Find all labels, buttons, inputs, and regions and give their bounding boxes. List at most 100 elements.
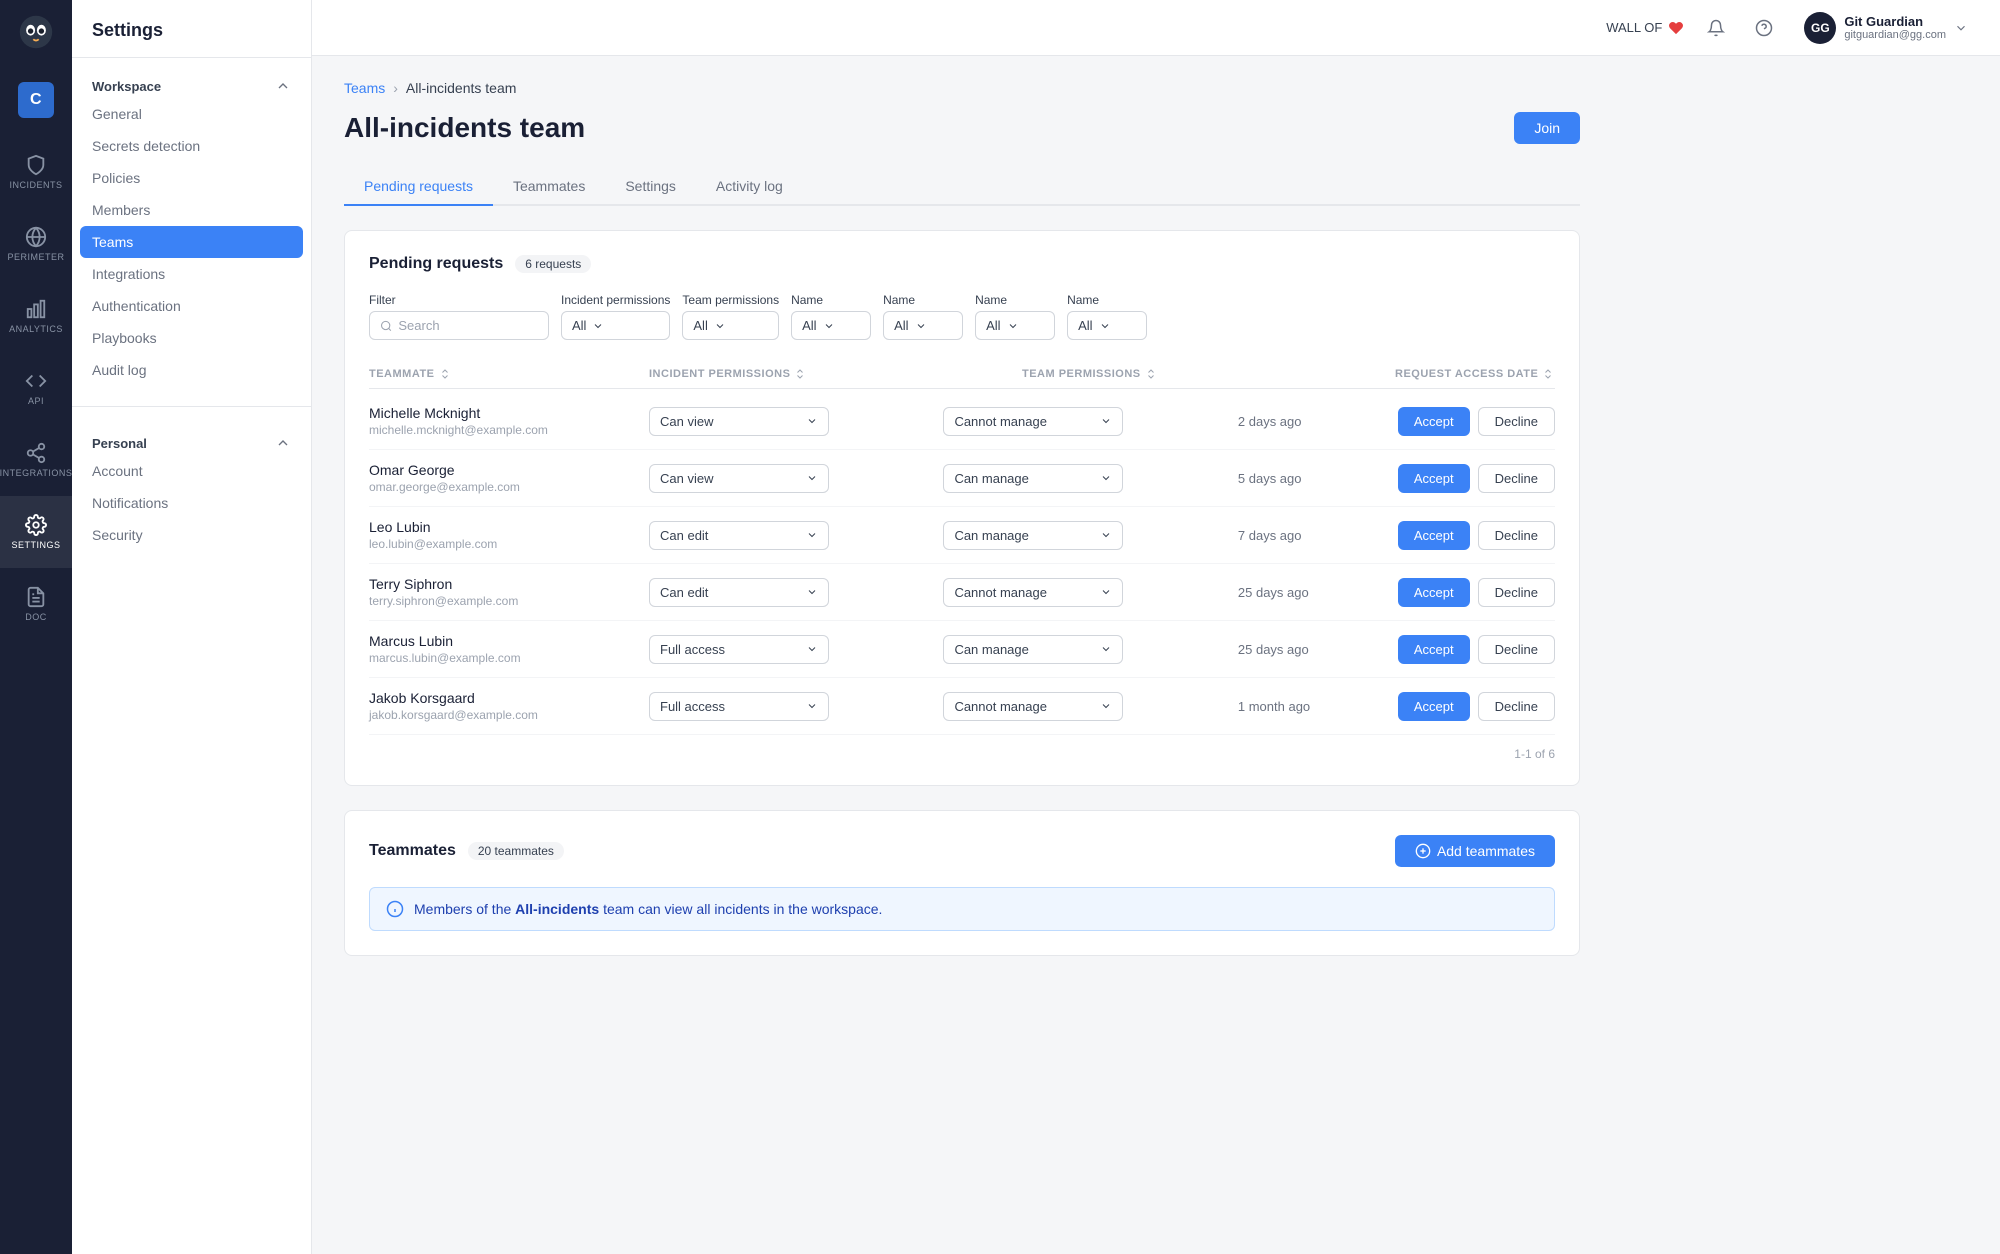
sidebar-item-policies[interactable]: Policies — [72, 162, 311, 194]
incident-permission-select[interactable]: Full access — [649, 692, 829, 721]
team-permission-select[interactable]: Cannot manage — [943, 692, 1123, 721]
sidebar-item-doc[interactable]: DOC — [0, 568, 72, 640]
sidebar-item-settings[interactable]: SETTINGS — [0, 496, 72, 568]
sidebar-item-integrations[interactable]: Integrations — [72, 258, 311, 290]
perimeter-label: PERIMETER — [7, 252, 64, 262]
wall-of-love-btn[interactable]: WALL OF — [1606, 20, 1684, 36]
request-date-cell: 25 days ago — [1238, 585, 1398, 600]
incident-permission-select[interactable]: Can edit — [649, 578, 829, 607]
chevron-down-icon — [1100, 529, 1112, 541]
personal-section: Personal Account Notifications Security — [72, 415, 311, 563]
chevron-down-icon — [1100, 586, 1112, 598]
breadcrumb-teams-link[interactable]: Teams — [344, 80, 385, 96]
pending-requests-title-row: Pending requests 6 requests — [369, 255, 1555, 273]
team-permission-select[interactable]: Can manage — [943, 464, 1123, 493]
search-filter-group: Filter — [369, 293, 549, 340]
chevron-down-icon — [806, 529, 818, 541]
teammate-name: Terry Siphron — [369, 576, 649, 592]
search-input[interactable] — [398, 318, 538, 333]
team-permission-cell: Can manage — [943, 635, 1237, 664]
sidebar-item-members[interactable]: Members — [72, 194, 311, 226]
request-date-cell: 1 month ago — [1238, 699, 1398, 714]
search-filter[interactable] — [369, 311, 549, 340]
sidebar-item-integrations[interactable]: INTEGRATIONS — [0, 424, 72, 496]
decline-button[interactable]: Decline — [1478, 407, 1555, 436]
top-header: WALL OF GG Git Guardian gitguardian@gg.c… — [312, 0, 2000, 56]
incident-permission-select[interactable]: Can view — [649, 407, 829, 436]
notifications-btn[interactable] — [1700, 12, 1732, 44]
sidebar-item-secrets-detection[interactable]: Secrets detection — [72, 130, 311, 162]
accept-button[interactable]: Accept — [1398, 578, 1470, 607]
user-menu-btn[interactable]: GG Git Guardian gitguardian@gg.com — [1796, 8, 1976, 48]
decline-button[interactable]: Decline — [1478, 578, 1555, 607]
app-logo[interactable] — [0, 0, 72, 64]
decline-button[interactable]: Decline — [1478, 692, 1555, 721]
sidebar-item-playbooks[interactable]: Playbooks — [72, 322, 311, 354]
sidebar-item-api[interactable]: API — [0, 352, 72, 424]
name-label-4: Name — [1067, 293, 1147, 307]
filter-label: Filter — [369, 293, 549, 307]
incident-permission-select[interactable]: Full access — [649, 635, 829, 664]
sidebar-item-analytics[interactable]: ANALYTICS — [0, 280, 72, 352]
name-label-3: Name — [975, 293, 1055, 307]
team-permission-select[interactable]: Can manage — [943, 635, 1123, 664]
name-select-4[interactable]: All — [1067, 311, 1147, 340]
accept-button[interactable]: Accept — [1398, 521, 1470, 550]
action-buttons: Accept Decline — [1398, 578, 1555, 607]
team-permission-select[interactable]: Cannot manage — [943, 578, 1123, 607]
teammates-badge: 20 teammates — [468, 842, 564, 860]
name-select-1[interactable]: All — [791, 311, 871, 340]
sidebar-item-account[interactable]: Account — [72, 455, 311, 487]
accept-button[interactable]: Accept — [1398, 407, 1470, 436]
sidebar-item-general[interactable]: General — [72, 98, 311, 130]
team-permissions-select[interactable]: All — [682, 311, 779, 340]
decline-button[interactable]: Decline — [1478, 521, 1555, 550]
sidebar-item-c[interactable]: C — [0, 64, 72, 136]
teammate-email: terry.siphron@example.com — [369, 594, 649, 608]
name-select-3[interactable]: All — [975, 311, 1055, 340]
accept-button[interactable]: Accept — [1398, 692, 1470, 721]
page-tabs: Pending requests Teammates Settings Acti… — [344, 168, 1580, 206]
incident-permission-select[interactable]: Can edit — [649, 521, 829, 550]
sidebar-item-notifications[interactable]: Notifications — [72, 487, 311, 519]
sidebar-item-teams[interactable]: Teams — [80, 226, 303, 258]
chevron-down-icon — [1100, 415, 1112, 427]
sort-icon — [794, 368, 806, 380]
team-permissions-filter: Team permissions All — [682, 293, 779, 340]
tab-teammates[interactable]: Teammates — [493, 168, 605, 206]
name-select-2[interactable]: All — [883, 311, 963, 340]
request-date-cell: 5 days ago — [1238, 471, 1398, 486]
sidebar-item-audit-log[interactable]: Audit log — [72, 354, 311, 386]
incident-permissions-select[interactable]: All — [561, 311, 670, 340]
col-teammate[interactable]: TEAMMATE — [369, 368, 649, 380]
team-permission-select[interactable]: Cannot manage — [943, 407, 1123, 436]
sidebar-item-perimeter[interactable]: PERIMETER — [0, 208, 72, 280]
decline-button[interactable]: Decline — [1478, 635, 1555, 664]
tab-settings[interactable]: Settings — [605, 168, 696, 206]
incident-permission-select[interactable]: Can view — [649, 464, 829, 493]
accept-button[interactable]: Accept — [1398, 635, 1470, 664]
tab-activity-log[interactable]: Activity log — [696, 168, 803, 206]
personal-section-label[interactable]: Personal — [72, 427, 311, 455]
teammate-email: michelle.mcknight@example.com — [369, 423, 649, 437]
join-button[interactable]: Join — [1514, 112, 1580, 144]
sidebar-item-incidents[interactable]: INCIDENTS — [0, 136, 72, 208]
decline-button[interactable]: Decline — [1478, 464, 1555, 493]
add-teammates-button[interactable]: Add teammates — [1395, 835, 1555, 867]
tab-pending-requests[interactable]: Pending requests — [344, 168, 493, 206]
teammate-name: Marcus Lubin — [369, 633, 649, 649]
breadcrumb-current: All-incidents team — [406, 80, 517, 96]
table-row: Michelle Mcknight michelle.mcknight@exam… — [369, 393, 1555, 450]
help-btn[interactable] — [1748, 12, 1780, 44]
user-name: Git Guardian — [1844, 14, 1946, 29]
teammate-name: Michelle Mcknight — [369, 405, 649, 421]
sidebar-item-authentication[interactable]: Authentication — [72, 290, 311, 322]
team-permission-select[interactable]: Can manage — [943, 521, 1123, 550]
page-title-row: All-incidents team Join — [344, 112, 1580, 144]
workspace-section-label[interactable]: Workspace — [72, 70, 311, 98]
chevron-down-icon — [1954, 21, 1968, 35]
teammates-header: Teammates 20 teammates Add teammates — [369, 835, 1555, 867]
incident-permission-cell: Full access — [649, 635, 943, 664]
sidebar-item-security[interactable]: Security — [72, 519, 311, 551]
accept-button[interactable]: Accept — [1398, 464, 1470, 493]
